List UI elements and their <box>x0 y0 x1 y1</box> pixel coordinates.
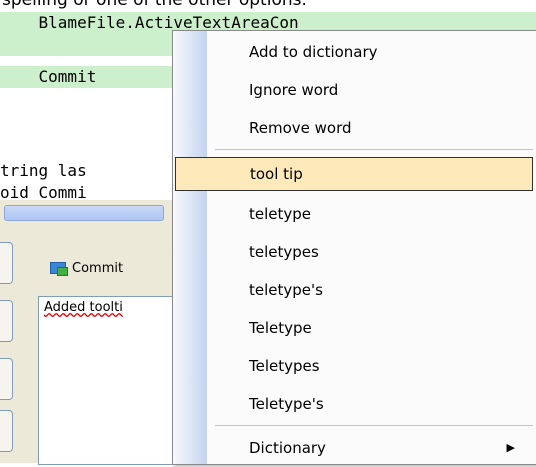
menu-item-suggestion[interactable]: teletype <box>207 195 536 233</box>
menu-item-label: Dictionary <box>249 439 326 457</box>
commit-message-text: Added toolti <box>44 300 123 315</box>
commit-icon <box>50 261 68 276</box>
menu-item-add-to-dictionary[interactable]: Add to dictionary <box>207 33 536 71</box>
menu-item-label: Remove word <box>249 119 352 137</box>
menu-item-label: tool tip <box>250 165 303 183</box>
menu-item-label: Teletypes <box>249 357 320 375</box>
menu-item-label: Add to dictionary <box>249 43 378 61</box>
commit-button-label: Commit <box>72 260 124 276</box>
menu-item-suggestion-selected[interactable]: tool tip <box>175 157 533 191</box>
menu-item-label: Teletype's <box>249 395 324 413</box>
menu-item-dictionary[interactable]: Dictionary ▶ <box>207 429 536 467</box>
menu-separator <box>215 149 533 150</box>
side-button[interactable] <box>0 358 13 400</box>
commit-message-input[interactable]: Added toolti <box>38 296 190 465</box>
menu-item-label: teletype <box>249 205 312 223</box>
menu-item-label: teletypes <box>249 243 319 261</box>
menu-item-suggestion[interactable]: Teletype <box>207 309 536 347</box>
menu-item-label: teletype's <box>249 281 323 299</box>
commit-button[interactable]: Commit <box>50 258 190 278</box>
menu-item-remove-word[interactable]: Remove word <box>207 109 536 147</box>
menu-item-label: Teletype <box>249 319 312 337</box>
code-line: oid Commi <box>0 183 87 200</box>
menu-item-suggestion[interactable]: Teletype's <box>207 385 536 423</box>
menu-item-label: Ignore word <box>249 81 339 99</box>
menu-item-suggestion[interactable]: Teletypes <box>207 347 536 385</box>
menu-gutter <box>173 31 207 464</box>
side-button[interactable] <box>0 300 13 342</box>
side-button[interactable] <box>0 242 13 284</box>
right-triangle-icon: ▶ <box>506 441 515 454</box>
caption-text: spelling or one of the other options. <box>2 0 307 10</box>
menu-item-suggestion[interactable]: teletypes <box>207 233 536 271</box>
side-button[interactable] <box>0 410 13 452</box>
code-line: tring las <box>0 161 87 180</box>
menu-item-suggestion[interactable]: teletype's <box>207 271 536 309</box>
spellcheck-context-menu: Add to dictionary Ignore word Remove wor… <box>172 30 536 465</box>
menu-separator <box>215 425 533 426</box>
scrollbar-thumb[interactable] <box>4 205 164 221</box>
caption-text-strip: spelling or one of the other options. <box>0 0 536 12</box>
menu-item-ignore-word[interactable]: Ignore word <box>207 71 536 109</box>
